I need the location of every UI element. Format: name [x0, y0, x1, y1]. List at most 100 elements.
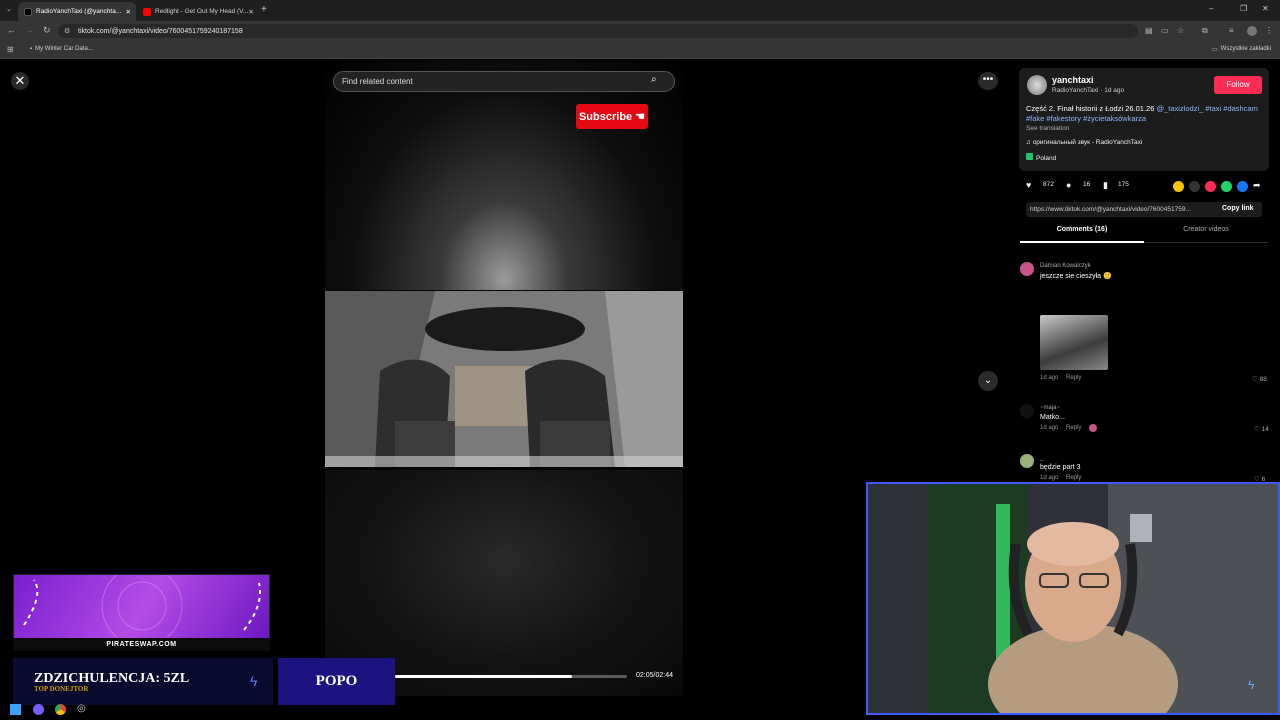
- comment-avatar[interactable]: [1020, 454, 1034, 468]
- related-search-input[interactable]: Find related content: [333, 71, 675, 92]
- app-icon[interactable]: [33, 704, 44, 715]
- profile-avatar[interactable]: [1247, 26, 1257, 36]
- lightning-icon: ϟ: [250, 673, 258, 689]
- post-caption: Część 2. Finał historii z Łodzi 26.01.26…: [1026, 104, 1264, 124]
- comment-like[interactable]: ♡ 88: [1252, 375, 1267, 383]
- comments-count: 16: [1083, 181, 1091, 188]
- chrome-icon[interactable]: [55, 704, 66, 715]
- comment-time: 1d ago: [1040, 425, 1059, 431]
- minimize-icon[interactable]: –: [1209, 4, 1213, 13]
- tab-label: Redlight - Get Out My Head (V...: [155, 8, 249, 15]
- reply-button[interactable]: Reply: [1066, 425, 1081, 431]
- bookmark-icon[interactable]: ▮: [1103, 180, 1108, 191]
- subscribe-button[interactable]: Subscribe ☚: [576, 104, 648, 129]
- sound-link[interactable]: ♫ оригинальный звук - RadioYanchTaxi: [1026, 139, 1142, 146]
- embed-icon[interactable]: [1189, 181, 1200, 192]
- tab-comments[interactable]: Comments (16): [1020, 226, 1144, 243]
- star-icon[interactable]: ☆: [1177, 26, 1184, 35]
- caption-text: Część 2. Finał historii z Łodzi 26.01.26: [1026, 104, 1157, 113]
- window-close-icon[interactable]: ✕: [1262, 4, 1269, 13]
- share-arrow-icon[interactable]: ➦: [1253, 180, 1261, 191]
- forward-icon[interactable]: →: [25, 25, 34, 35]
- close-video-button[interactable]: ✕: [11, 72, 29, 90]
- bookmarks-bar: [0, 41, 1280, 59]
- more-options-button[interactable]: •••: [978, 72, 998, 90]
- friends-share-icon[interactable]: [1173, 181, 1184, 192]
- saves-count: 175: [1118, 181, 1129, 188]
- url-field[interactable]: tiktok.com/@yanchtaxi/video/760045175924…: [58, 24, 1138, 38]
- tab-creator-videos[interactable]: Creator videos: [1144, 226, 1268, 243]
- bookmark-item[interactable]: ▪ My Winter Car Data...: [30, 46, 93, 52]
- search-icon[interactable]: ⌕: [651, 74, 657, 85]
- close-icon[interactable]: ✕: [248, 8, 253, 16]
- comment-image[interactable]: [1040, 315, 1108, 370]
- extensions-icon[interactable]: ⧉: [1202, 26, 1208, 36]
- comment-like[interactable]: ♡ 14: [1254, 425, 1269, 433]
- pointer-icon: ☚: [635, 111, 646, 123]
- back-icon[interactable]: ←: [7, 25, 16, 35]
- translate-icon[interactable]: ▤: [1145, 26, 1153, 35]
- tab-youtube[interactable]: Redlight - Get Out My Head (V... ✕: [137, 2, 257, 21]
- video-blur-top: [325, 60, 683, 290]
- reply-button[interactable]: Reply: [1066, 475, 1081, 481]
- search-placeholder: Find related content: [342, 77, 413, 86]
- tab-tiktok[interactable]: RadioYanchTaxi (@yanchta... ✕: [18, 2, 136, 21]
- bookmark-label: My Winter Car Data...: [35, 46, 93, 52]
- site-info-icon[interactable]: ⚙: [64, 27, 70, 35]
- comment-icon[interactable]: ●: [1066, 180, 1071, 190]
- video-progress-bar[interactable]: [395, 675, 627, 678]
- menu-icon[interactable]: ⋮: [1265, 26, 1273, 35]
- lightning-icon: ϟ: [1248, 678, 1255, 692]
- tab-search-icon[interactable]: ⌄: [6, 5, 12, 13]
- heart-outline-icon: ♡: [1254, 426, 1260, 433]
- obs-icon[interactable]: ◎: [77, 703, 86, 714]
- webcam-overlay: [866, 482, 1280, 715]
- comment-author[interactable]: ~maja~: [1040, 405, 1060, 411]
- comment-time: 1d ago: [1040, 475, 1059, 481]
- creator-liked-icon: [1089, 424, 1097, 432]
- comment-author[interactable]: _: [1040, 455, 1043, 461]
- whatsapp-icon[interactable]: [1221, 181, 1232, 192]
- see-translation-link[interactable]: See translation: [1026, 125, 1069, 132]
- reload-icon[interactable]: ↻: [43, 25, 51, 36]
- apps-icon[interactable]: ⊞: [7, 45, 14, 54]
- all-bookmarks[interactable]: ▭ Wszystkie zakładki: [1212, 46, 1271, 53]
- tab-comments-label: Comments (16): [1056, 226, 1108, 233]
- follow-button[interactable]: Follow: [1214, 76, 1262, 94]
- comment-author[interactable]: Damian Kowalczyk: [1040, 263, 1091, 269]
- top-donor-label: TOP DONEJTOR: [34, 685, 89, 693]
- send-icon[interactable]: [1205, 181, 1216, 192]
- streamer-webcam-image: [868, 484, 1278, 713]
- popo-panel: POPO: [278, 658, 395, 705]
- car-interior-image: [325, 291, 683, 467]
- comment-avatar[interactable]: [1020, 262, 1034, 276]
- comment-avatar[interactable]: [1020, 404, 1034, 418]
- close-icon[interactable]: ✕: [126, 8, 131, 16]
- reply-button[interactable]: Reply: [1066, 375, 1081, 381]
- location-label: Poland: [1036, 155, 1057, 162]
- facebook-icon[interactable]: [1237, 181, 1248, 192]
- location-tag[interactable]: Poland: [1026, 153, 1056, 162]
- sound-label: оригинальный звук - RadioYanchTaxi: [1032, 139, 1143, 146]
- folder-icon: ▪: [30, 46, 33, 52]
- new-tab-icon[interactable]: +: [261, 4, 267, 15]
- comment-text: będzie part 3: [1040, 464, 1081, 471]
- windows-start-icon[interactable]: [10, 704, 21, 715]
- maximize-icon[interactable]: ❐: [1240, 4, 1247, 13]
- copy-link-button[interactable]: Copy link: [1222, 205, 1254, 212]
- taskbar: ◎: [0, 700, 280, 720]
- likes-count: 872: [1043, 181, 1054, 188]
- comment-like-count: 88: [1259, 376, 1267, 383]
- comment-time: 1d ago: [1040, 375, 1059, 381]
- next-video-button[interactable]: ⌄: [978, 371, 998, 391]
- share-link-text: https://www.tiktok.com/@yanchtaxi/video/…: [1030, 206, 1191, 213]
- url-text: tiktok.com/@yanchtaxi/video/760045175924…: [78, 27, 243, 35]
- author-avatar[interactable]: [1027, 75, 1047, 95]
- bookmark-label: Wszystkie zakładki: [1220, 46, 1272, 52]
- cast-icon[interactable]: ▭: [1161, 26, 1169, 35]
- heart-icon[interactable]: ♥: [1026, 180, 1031, 190]
- author-username[interactable]: yanchtaxi: [1052, 75, 1094, 85]
- media-icon[interactable]: ≡: [1229, 26, 1234, 35]
- video-player[interactable]: [325, 60, 683, 696]
- sponsor-site: PIRATESWAP.COM: [13, 638, 270, 651]
